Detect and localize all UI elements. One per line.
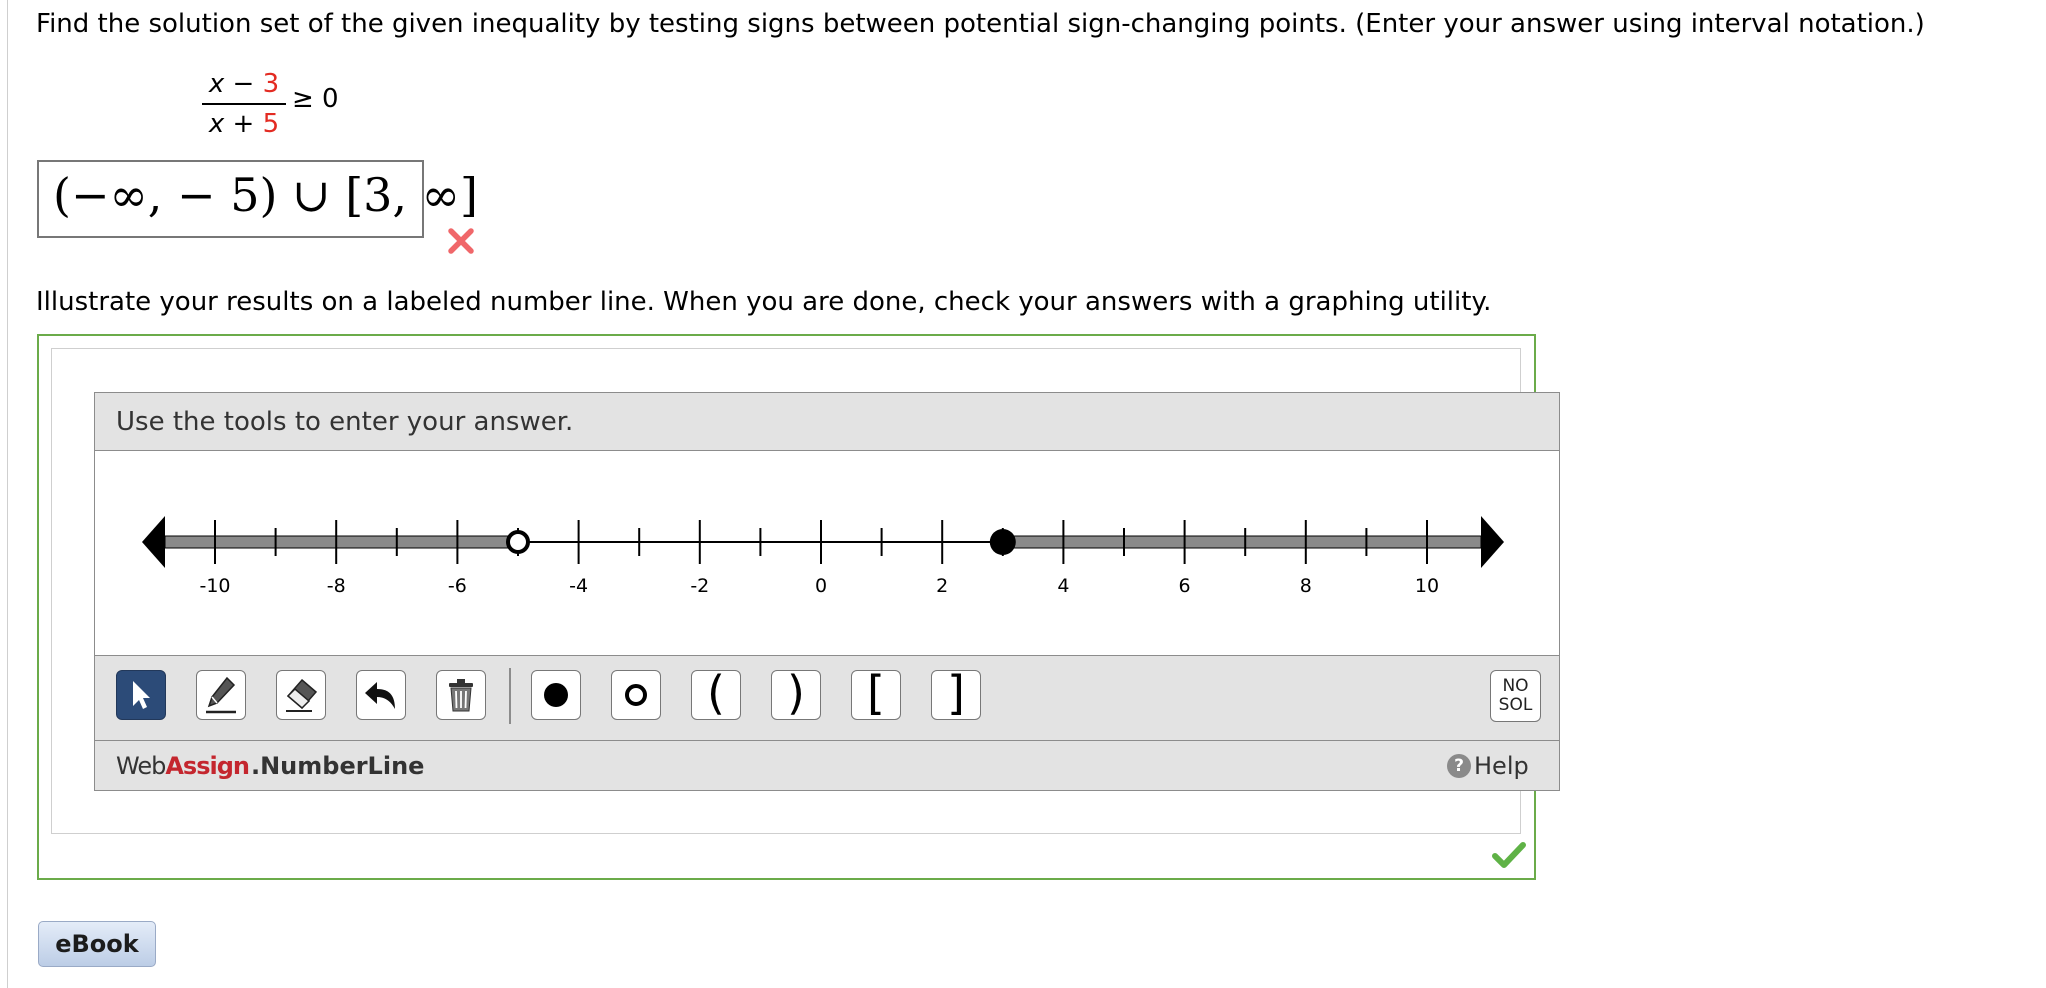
pencil-icon (206, 676, 236, 714)
webassign-logo: WebAssign.NumberLine (116, 752, 425, 780)
solution-segment-1 (1002, 535, 1482, 549)
pencil-tool-button[interactable] (196, 670, 246, 720)
fraction-bar (202, 103, 286, 105)
left-page-rule (7, 0, 8, 988)
tick-label: -10 (199, 575, 230, 597)
filled-circle-icon (544, 683, 568, 707)
answer-input[interactable]: (−∞, − 5) ∪ [3, ∞] (37, 160, 478, 238)
fraction-numerator: x − 3 (208, 69, 280, 99)
right-arrow-icon (1481, 516, 1504, 568)
closed-point (989, 529, 1016, 555)
widget-footer: WebAssign.NumberLine ? Help (95, 741, 1559, 790)
left-arrow-icon (142, 516, 165, 568)
help-link[interactable]: ? Help (1447, 752, 1529, 780)
right-paren-glyph: ) (787, 666, 805, 720)
tick-label: 6 (1179, 575, 1191, 597)
right-paren-tool-button[interactable]: ) (771, 670, 821, 720)
checkmark-icon (1492, 842, 1526, 868)
tick-label: 0 (815, 575, 827, 597)
undo-tool-button[interactable] (356, 670, 406, 720)
closed-point-tool-button[interactable] (531, 670, 581, 720)
right-bracket-tool-button[interactable]: ] (931, 670, 981, 720)
eraser-tool-button[interactable] (276, 670, 326, 720)
open-point-tool-button[interactable] (611, 670, 661, 720)
fraction-denominator: x + 5 (208, 109, 280, 139)
open-point (506, 530, 530, 554)
tick-label: -6 (448, 575, 467, 597)
no-solution-button[interactable]: NO SOL (1490, 670, 1541, 722)
open-circle-icon (625, 684, 647, 706)
toolbar-separator (509, 668, 511, 724)
eraser-icon (286, 678, 318, 712)
arrow-pointer-icon (133, 681, 150, 709)
tool-bar: ( ) [ ] NO SOL (95, 655, 1559, 741)
tick-label: 2 (936, 575, 948, 597)
pointer-tool-button[interactable] (116, 670, 166, 720)
left-bracket-glyph: [ (867, 666, 885, 720)
question-prompt: Find the solution set of the given inequ… (36, 9, 1925, 39)
help-icon: ? (1447, 754, 1471, 778)
solution-segment-0 (164, 535, 519, 549)
ebook-button[interactable]: eBook (38, 921, 156, 967)
widget-header: Use the tools to enter your answer. (95, 393, 1559, 451)
inequality-fraction: x − 3 x + 5 (202, 67, 286, 141)
tick-label: -4 (569, 575, 588, 597)
inequality-relation: ≥ 0 (292, 84, 339, 114)
right-bracket-glyph: ] (947, 666, 965, 720)
widget-instructions: Use the tools to enter your answer. (116, 407, 574, 437)
tick-label: 10 (1415, 575, 1439, 597)
left-paren-tool-button[interactable]: ( (691, 670, 741, 720)
illustrate-prompt: Illustrate your results on a labeled num… (36, 287, 1492, 317)
x-icon (448, 228, 474, 254)
tick-label: -8 (327, 575, 346, 597)
numberline-widget: Use the tools to enter your answer. -10-… (94, 392, 1560, 791)
trash-icon (449, 679, 473, 712)
tick-label: 4 (1057, 575, 1069, 597)
number-line[interactable]: -10 -8 -6 -4 -2 0 2 4 6 8 10 (95, 451, 1559, 655)
tick-label: 8 (1300, 575, 1312, 597)
answer-value: (−∞, − 5) ∪ [3, ∞] (53, 168, 478, 222)
left-paren-glyph: ( (707, 666, 725, 720)
trash-tool-button[interactable] (436, 670, 486, 720)
left-bracket-tool-button[interactable]: [ (851, 670, 901, 720)
tick-label: -2 (690, 575, 709, 597)
undo-icon (365, 682, 395, 709)
